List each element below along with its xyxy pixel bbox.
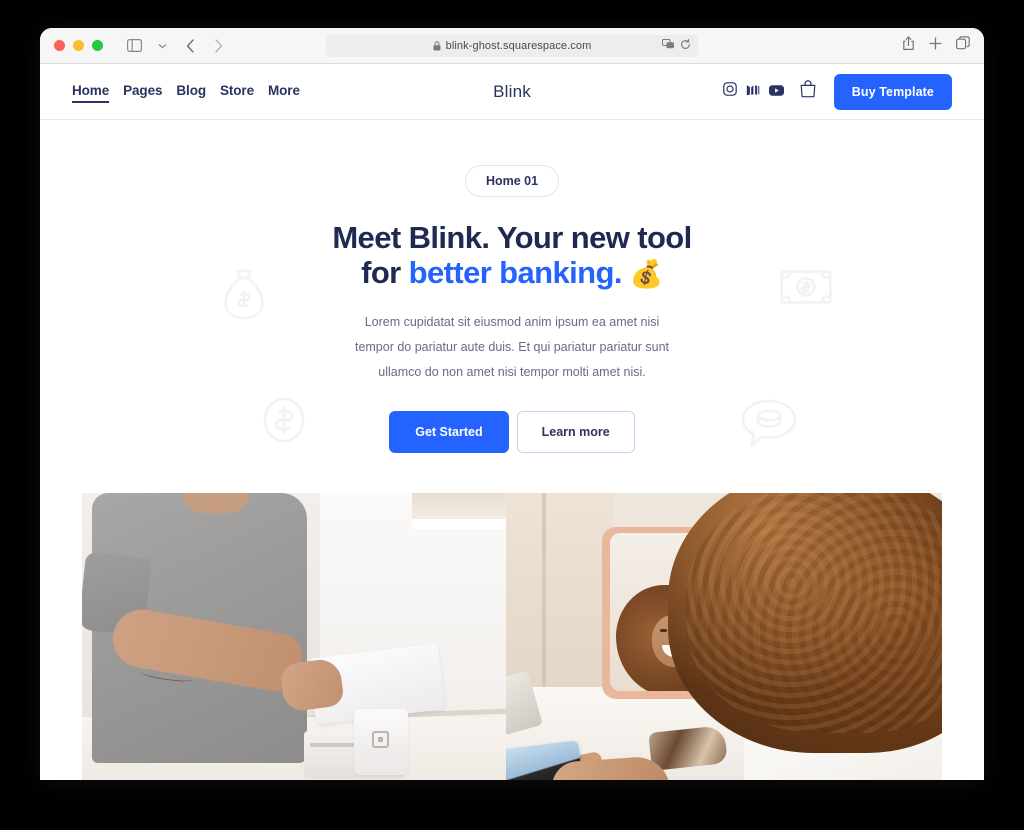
headline-line-2-prefix: for — [361, 254, 409, 290]
youtube-icon[interactable] — [768, 83, 784, 101]
toolbar-right-controls — [902, 35, 970, 56]
headline-accent: better banking. — [408, 254, 623, 290]
url-text: blink-ghost.squarespace.com — [445, 39, 592, 52]
close-window-button[interactable] — [54, 40, 65, 51]
hero-photo-right-scene — [506, 493, 942, 780]
medium-icon[interactable] — [746, 83, 760, 101]
social-links — [722, 82, 784, 101]
nav-item-store[interactable]: Store — [220, 83, 254, 101]
new-tab-icon[interactable] — [929, 37, 942, 55]
maximize-window-button[interactable] — [92, 40, 103, 51]
address-bar[interactable]: blink-ghost.squarespace.com — [326, 34, 698, 57]
nav-item-home[interactable]: Home — [72, 83, 110, 103]
chevron-down-icon[interactable] — [149, 34, 175, 58]
back-button-icon[interactable] — [177, 34, 203, 58]
site-logo[interactable]: Blink — [493, 82, 531, 102]
shopping-bag-icon[interactable] — [800, 80, 816, 103]
buy-template-button[interactable]: Buy Template — [833, 73, 952, 110]
browser-toolbar: blink-ghost.squarespace.com — [40, 28, 984, 64]
hero-headline: Meet Blink. Your new tool for better ban… — [40, 220, 984, 290]
subtext-line-2: tempor do pariatur aute duis. Et qui par… — [354, 340, 670, 355]
reload-icon[interactable] — [680, 38, 691, 53]
address-bar-container: blink-ghost.squarespace.com — [326, 34, 698, 57]
hero-cta-row: Get Started Learn more — [40, 411, 984, 454]
hero-badge: Home 01 — [464, 165, 560, 197]
lock-icon — [433, 40, 441, 51]
nav-item-more[interactable]: More — [268, 83, 300, 101]
hero-image — [82, 493, 942, 780]
sidebar-icon[interactable] — [121, 34, 147, 58]
reader-icon[interactable] — [662, 38, 675, 53]
forward-button-icon[interactable] — [205, 34, 231, 58]
desktop-backdrop: blink-ghost.squarespace.com Home Pages B… — [0, 0, 1024, 830]
browser-window: blink-ghost.squarespace.com Home Pages B… — [40, 28, 984, 780]
site-header: Home Pages Blog Store More Blink Buy Tem… — [40, 64, 984, 120]
hero-photo-scene — [82, 493, 942, 780]
instagram-icon[interactable] — [722, 82, 737, 101]
subtext-line-3: ullamco do non amet nisi tempor molti am… — [378, 365, 646, 380]
site-header-actions: Buy Template — [722, 73, 952, 110]
subtext-line-1: Lorem cupidatat sit eiusmod anim ipsum e… — [364, 315, 660, 330]
get-started-button[interactable]: Get Started — [389, 411, 509, 454]
navigation-controls — [103, 34, 231, 58]
nav-item-blog[interactable]: Blog — [176, 83, 206, 101]
headline-line-1: Meet Blink. Your new tool — [332, 220, 692, 255]
address-bar-actions — [662, 38, 691, 53]
learn-more-button[interactable]: Learn more — [516, 411, 635, 454]
share-icon[interactable] — [902, 35, 915, 56]
hero-subtext: Lorem cupidatat sit eiusmod anim ipsum e… — [332, 310, 692, 385]
nav-item-pages[interactable]: Pages — [123, 83, 162, 101]
site-navigation: Home Pages Blog Store More — [72, 83, 300, 103]
website-viewport: Home Pages Blog Store More Blink Buy Tem… — [40, 64, 984, 780]
money-bag-emoji: 💰 — [629, 258, 664, 289]
hero-section: Home 01 Meet Blink. Your new tool for be… — [40, 120, 984, 780]
window-controls — [40, 40, 103, 51]
tab-overview-icon[interactable] — [956, 36, 970, 55]
minimize-window-button[interactable] — [73, 40, 84, 51]
